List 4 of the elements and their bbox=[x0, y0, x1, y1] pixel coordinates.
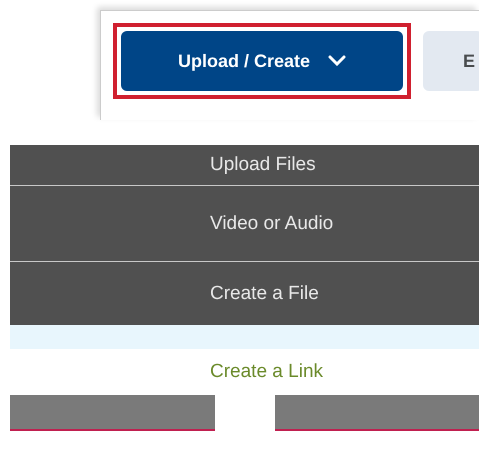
upload-create-button[interactable]: Upload / Create bbox=[121, 31, 403, 91]
menu-item[interactable]: Create a Link bbox=[10, 325, 479, 395]
secondary-button[interactable]: E bbox=[423, 31, 479, 91]
chevron-down-icon bbox=[328, 55, 346, 67]
